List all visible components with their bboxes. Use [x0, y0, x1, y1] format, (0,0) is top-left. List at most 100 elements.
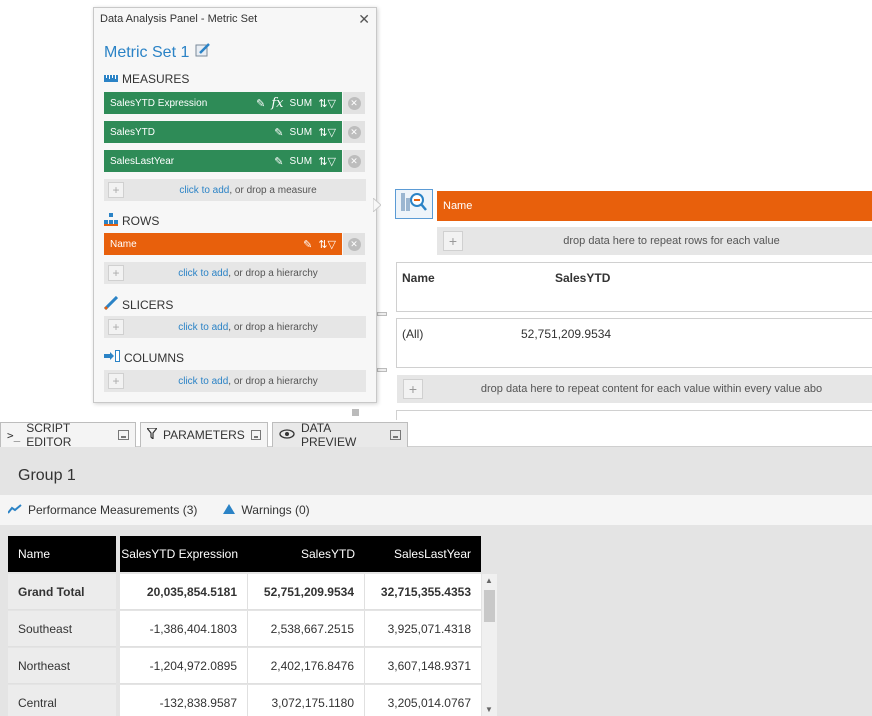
drop-hint: , or drop a hierarchy	[228, 267, 318, 279]
resize-handle[interactable]	[377, 312, 387, 316]
tab-parameters[interactable]: PARAMETERS	[140, 422, 268, 447]
measure-label: SalesYTD	[110, 126, 156, 138]
sort-filter-icon[interactable]: ⇅▽	[318, 238, 336, 251]
repeat-content-drop-zone[interactable]: + drop data here to repeat content for e…	[397, 375, 872, 403]
panel-titlebar[interactable]: Data Analysis Panel - Metric Set ✕	[94, 8, 376, 30]
row-label: Name	[110, 238, 137, 250]
scroll-down-icon[interactable]: ▼	[485, 705, 493, 714]
minimize-icon[interactable]	[250, 430, 261, 440]
pencil-icon[interactable]: ✎	[303, 238, 312, 251]
measure-item[interactable]: SalesLastYear ✎ SUM ⇅▽	[104, 150, 342, 172]
plus-icon[interactable]: +	[108, 373, 124, 389]
column-header-saleslastyear[interactable]: SalesLastYear	[365, 536, 481, 572]
minimize-icon[interactable]	[117, 430, 129, 440]
sort-filter-icon[interactable]: ⇅▽	[318, 155, 336, 168]
measure-item[interactable]: SalesYTD ✎ SUM ⇅▽	[104, 121, 342, 143]
warnings-link[interactable]: Warnings (0)	[223, 503, 310, 517]
table-cell: 32,715,355.4353	[365, 574, 481, 610]
table-row-header: Central	[8, 685, 116, 716]
measure-label: SalesLastYear	[110, 155, 175, 167]
row-header-name[interactable]: Name	[437, 191, 872, 221]
table-cell: 2,538,667.2515	[248, 611, 365, 647]
click-to-add-link[interactable]: click to add	[179, 185, 229, 196]
data-analysis-panel: Data Analysis Panel - Metric Set ✕ Metri…	[93, 7, 377, 403]
rows-drop-zone[interactable]: + click to add, or drop a hierarchy	[104, 262, 366, 284]
plus-icon[interactable]: +	[403, 379, 423, 399]
rows-section-label: ROWS	[104, 213, 159, 229]
column-header-salesytd-expression[interactable]: SalesYTD Expression	[120, 536, 248, 572]
remove-measure-button[interactable]: ✕	[343, 121, 365, 143]
row-item[interactable]: Name ✎ ⇅▽	[104, 233, 342, 255]
grid-header-salesytd: SalesYTD	[555, 271, 611, 285]
repeat-rows-text: drop data here to repeat rows for each v…	[563, 235, 780, 247]
column-header-name[interactable]: Name	[8, 536, 116, 572]
slicer-icon	[103, 295, 119, 313]
tab-label: SCRIPT EDITOR	[26, 421, 72, 449]
table-scrollbar[interactable]: ▲ ▼	[482, 574, 497, 716]
pencil-icon[interactable]: ✎	[256, 97, 265, 110]
metric-set-title[interactable]: Metric Set 1	[104, 42, 211, 63]
repeat-content-text: drop data here to repeat content for eac…	[480, 383, 823, 395]
data-preview-pane: Group 1 Performance Measurements (3) War…	[0, 447, 872, 716]
plus-icon[interactable]: +	[108, 182, 124, 198]
measure-item[interactable]: SalesYTD Expression ✎ fx SUM ⇅▽	[104, 92, 342, 114]
drop-hint: , or drop a hierarchy	[228, 375, 318, 387]
plus-icon[interactable]: +	[108, 319, 124, 335]
pencil-icon[interactable]: ✎	[274, 155, 283, 168]
aggregation-label[interactable]: SUM	[289, 127, 312, 138]
column-header-salesytd[interactable]: SalesYTD	[248, 536, 365, 572]
tab-script-editor[interactable]: >_ SCRIPT EDITOR	[0, 421, 136, 449]
trend-line-icon	[7, 503, 22, 517]
minimize-icon[interactable]	[389, 430, 401, 440]
sort-filter-icon[interactable]: ⇅▽	[318, 126, 336, 139]
plus-icon[interactable]: +	[108, 265, 124, 281]
remove-icon: ✕	[347, 96, 361, 110]
bottom-tab-bar: >_ SCRIPT EDITOR PARAMETERS DATA PREVIEW	[0, 420, 872, 449]
tab-label: PARAMETERS	[163, 428, 245, 442]
table-cell: -1,204,972.0895	[120, 648, 248, 684]
aggregation-label[interactable]: SUM	[289, 156, 312, 167]
measure-label: SalesYTD Expression	[110, 97, 208, 109]
eye-icon	[279, 428, 295, 442]
filter-icon	[145, 427, 159, 442]
remove-measure-button[interactable]: ✕	[343, 150, 365, 172]
resize-handle[interactable]	[377, 368, 387, 372]
function-icon[interactable]: fx	[271, 96, 283, 111]
drop-hint: , or drop a hierarchy	[228, 321, 318, 333]
remove-measure-button[interactable]: ✕	[343, 92, 365, 114]
measures-label: MEASURES	[122, 72, 190, 86]
performance-measurements-link[interactable]: Performance Measurements (3)	[7, 503, 197, 517]
tab-data-preview[interactable]: DATA PREVIEW	[272, 421, 408, 449]
table-cell: 3,072,175.1180	[248, 685, 365, 716]
table-cell: 3,607,148.9371	[365, 648, 481, 684]
slicers-drop-zone[interactable]: + click to add, or drop a hierarchy	[104, 316, 366, 338]
aggregation-label[interactable]: SUM	[289, 98, 312, 109]
sort-filter-icon[interactable]: ⇅▽	[318, 97, 336, 110]
click-to-add-link[interactable]: click to add	[178, 268, 228, 279]
remove-icon: ✕	[347, 154, 361, 168]
scrollbar-thumb[interactable]	[484, 590, 495, 622]
drop-hint: , or drop a measure	[229, 184, 317, 196]
grid-data-box[interactable]: (All) 52,751,209.9534	[396, 318, 872, 368]
click-to-add-link[interactable]: click to add	[178, 376, 228, 387]
remove-row-button[interactable]: ✕	[343, 233, 365, 255]
tab-label: DATA PREVIEW	[301, 421, 357, 449]
warnings-label: Warnings (0)	[241, 503, 310, 517]
scroll-up-icon[interactable]: ▲	[485, 576, 493, 585]
terminal-icon: >_	[7, 428, 21, 442]
warning-icon	[223, 503, 236, 517]
close-icon[interactable]: ✕	[358, 8, 370, 30]
pencil-icon[interactable]: ✎	[274, 126, 283, 139]
plus-icon[interactable]: +	[443, 231, 463, 251]
click-to-add-link[interactable]: click to add	[178, 322, 228, 333]
panel-pointer	[373, 198, 381, 212]
repeat-rows-drop-zone[interactable]: + drop data here to repeat rows for each…	[437, 227, 872, 255]
resize-handle[interactable]	[352, 409, 359, 416]
table-cell: -1,386,404.1803	[120, 611, 248, 647]
analysis-panel-toggle-button[interactable]	[395, 189, 433, 219]
measure-drop-zone[interactable]: + click to add, or drop a measure	[104, 179, 366, 201]
grid-cell-name: (All)	[402, 327, 424, 341]
grid-header-box[interactable]: Name SalesYTD	[396, 262, 872, 312]
columns-drop-zone[interactable]: + click to add, or drop a hierarchy	[104, 370, 366, 392]
edit-name-icon[interactable]	[195, 42, 211, 63]
